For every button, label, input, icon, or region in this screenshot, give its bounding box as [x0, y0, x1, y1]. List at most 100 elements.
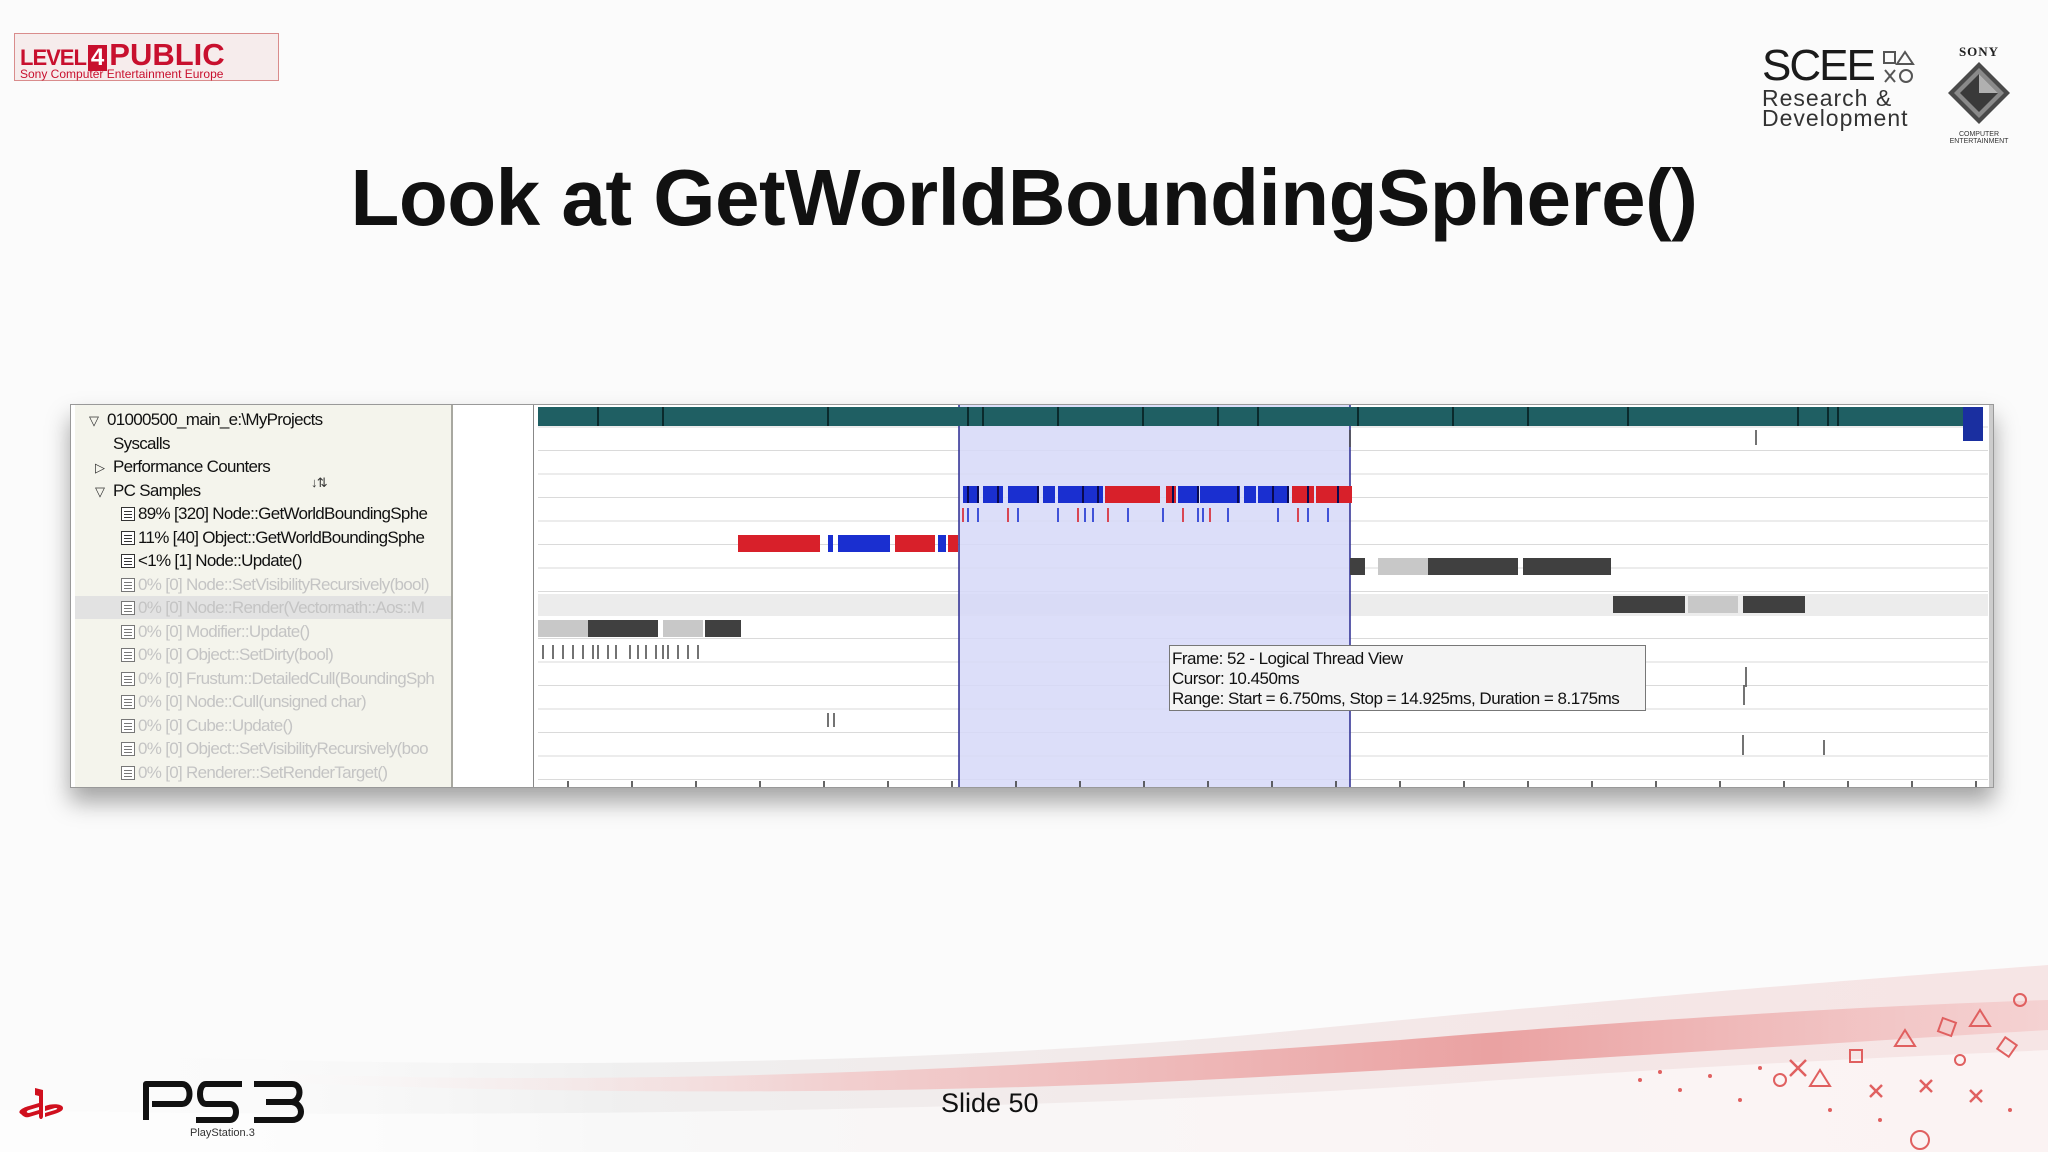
- sample-block: [738, 535, 820, 552]
- sample-block: [1178, 486, 1198, 503]
- tree-row[interactable]: ▷ Performance Counters: [95, 455, 271, 479]
- tree-row-label: 0% [0] Node::Cull(unsigned char): [138, 692, 367, 711]
- ps3-caption: PlayStation.3: [190, 1127, 255, 1139]
- sony-diamond-icon: [1948, 62, 2010, 124]
- document-icon: [121, 530, 135, 545]
- slide-number: Slide 50: [941, 1088, 1039, 1118]
- ps3-logo: [143, 1081, 304, 1123]
- sample-block: [1350, 486, 1352, 503]
- document-icon: [121, 742, 135, 756]
- tooltip-cursor: Cursor: 10.450ms: [1172, 669, 1300, 688]
- document-icon: [121, 624, 135, 639]
- tree-row-label: Syscalls: [113, 433, 170, 453]
- document-icon: [121, 671, 135, 686]
- timeline-view[interactable]: [538, 405, 1988, 787]
- scee-line2: Development: [1762, 105, 1909, 131]
- sample-block: [1105, 486, 1160, 503]
- slide-title: Look at GetWorldBoundingSphere(): [350, 153, 1698, 242]
- tree-row[interactable]: 11% [40] Object::GetWorldBoundingSphe: [121, 526, 425, 549]
- sample-block: [1200, 486, 1240, 503]
- sample-block: [538, 620, 588, 637]
- tree-row-label: <1% [1] Node::Update(): [138, 551, 302, 570]
- sample-block: [705, 620, 741, 637]
- sample-block: [1523, 558, 1611, 575]
- tree-row-label: 01000500_main_e:\MyProjects: [107, 410, 323, 429]
- sort-icon[interactable]: ↓⇅: [311, 475, 328, 491]
- sample-block: [663, 620, 703, 637]
- tree-row-label: 89% [320] Node::GetWorldBoundingSphe: [138, 504, 428, 523]
- sample-block: [1613, 596, 1685, 613]
- tree-row-label: 0% [0] Cube::Update(): [138, 715, 293, 735]
- timeline-scrollbar[interactable]: [1989, 405, 1993, 787]
- sample-block: [828, 535, 833, 552]
- tree-row[interactable]: 0% [0] Renderer::SetRenderTarget(): [121, 761, 388, 784]
- sample-block: [1316, 486, 1350, 503]
- tree-row[interactable]: 0% [0] Modifier::Update(): [121, 620, 310, 643]
- sample-block: [1428, 558, 1518, 575]
- sample-block: [1688, 596, 1738, 613]
- tree-row[interactable]: 0% [0] Object::SetVisibilityRecursively(…: [121, 737, 429, 760]
- badge-subtitle: Sony Computer Entertainment Europe: [20, 67, 224, 81]
- document-icon: [121, 648, 135, 662]
- playstation-symbols-icon: [1883, 50, 1915, 83]
- sample-block: [1244, 486, 1256, 503]
- tree-row-label: 0% [0] Object::SetVisibilityRecursively(…: [138, 739, 429, 758]
- tree-row[interactable]: 0% [0] Object::SetDirty(bool): [121, 643, 334, 666]
- tree-row-label: 0% [0] Node::Render(Vectormath::Aos::M: [138, 598, 425, 617]
- tree-row[interactable]: 0% [0] Frustum::DetailedCull(BoundingSph: [121, 667, 435, 690]
- tooltip-range: Range: Start = 6.750ms, Stop = 14.925ms,…: [1172, 689, 1620, 708]
- sony-logo: SONY COMPUTER ENTERTAINMENT: [1940, 44, 2018, 145]
- tree-row[interactable]: 0% [0] Node::SetVisibilityRecursively(bo…: [121, 573, 430, 596]
- sample-block: [1292, 486, 1314, 503]
- tree-row-label: Performance Counters: [113, 457, 271, 476]
- sample-block: [1058, 486, 1103, 503]
- sample-block: [1378, 558, 1428, 575]
- sample-block: [895, 535, 935, 552]
- collapse-triangle-icon[interactable]: ▷: [95, 456, 113, 479]
- document-icon: [121, 601, 135, 615]
- sample-block: [1166, 486, 1176, 503]
- document-icon: [121, 765, 135, 780]
- tree-row[interactable]: 0% [0] Node::Render(Vectormath::Aos::M: [121, 596, 425, 619]
- sony-caption: COMPUTER ENTERTAINMENT: [1949, 131, 2009, 145]
- tree-row-label: 0% [0] Object::SetDirty(bool): [138, 645, 334, 664]
- sample-block: [1008, 486, 1038, 503]
- document-icon: [121, 554, 135, 568]
- expand-triangle-icon[interactable]: ▽: [95, 480, 113, 503]
- timeline-gutter: [453, 405, 534, 787]
- tree-row[interactable]: <1% [1] Node::Update(): [121, 549, 302, 572]
- profiler-tree-panel: ▽ 01000500_main_e:\MyProjects Syscalls ▷ Per…: [75, 405, 453, 787]
- scee-logo: SCEE Research & Development: [1762, 44, 1922, 131]
- tree-row[interactable]: ▽ PC Samples: [95, 479, 201, 503]
- sample-block: [588, 620, 658, 637]
- frame-bar: [538, 407, 1983, 426]
- tree-row[interactable]: 89% [320] Node::GetWorldBoundingSphe: [121, 502, 428, 525]
- tree-row[interactable]: ▽ 01000500_main_e:\MyProjects: [89, 408, 323, 432]
- tree-row[interactable]: 0% [0] Cube::Update(): [121, 714, 293, 737]
- tree-row-label: 11% [40] Object::GetWorldBoundingSphe: [138, 527, 425, 547]
- tree-row-label: 0% [0] Node::SetVisibilityRecursively(bo…: [138, 574, 430, 594]
- tree-row-label: 0% [0] Modifier::Update(): [138, 621, 310, 641]
- sample-block: [948, 535, 958, 552]
- sample-block: [983, 486, 1003, 503]
- tree-row-label: PC Samples: [113, 480, 201, 500]
- document-icon: [121, 577, 135, 592]
- sample-block: [838, 535, 890, 552]
- sample-block: [1743, 596, 1805, 613]
- tree-row-label: 0% [0] Frustum::DetailedCull(BoundingSph: [138, 668, 435, 688]
- tree-row[interactable]: 0% [0] Node::Cull(unsigned char): [121, 690, 367, 713]
- sample-block: [963, 486, 978, 503]
- sample-block: [1350, 558, 1365, 575]
- document-icon: [121, 718, 135, 733]
- expand-triangle-icon[interactable]: ▽: [89, 409, 107, 432]
- sample-block: [1043, 486, 1055, 503]
- document-icon: [121, 695, 135, 709]
- tooltip-frame: Frame: 52 - Logical Thread View: [1172, 649, 1403, 668]
- profiler-screenshot: ▽ 01000500_main_e:\MyProjects Syscalls ▷ Per…: [70, 404, 1994, 788]
- sample-block: [938, 535, 946, 552]
- timeline-selection-range: [959, 405, 1350, 787]
- sony-label: SONY: [1958, 44, 2000, 59]
- document-icon: [121, 507, 135, 521]
- frame-marker: [1963, 407, 1983, 441]
- tree-row[interactable]: Syscalls: [95, 432, 170, 455]
